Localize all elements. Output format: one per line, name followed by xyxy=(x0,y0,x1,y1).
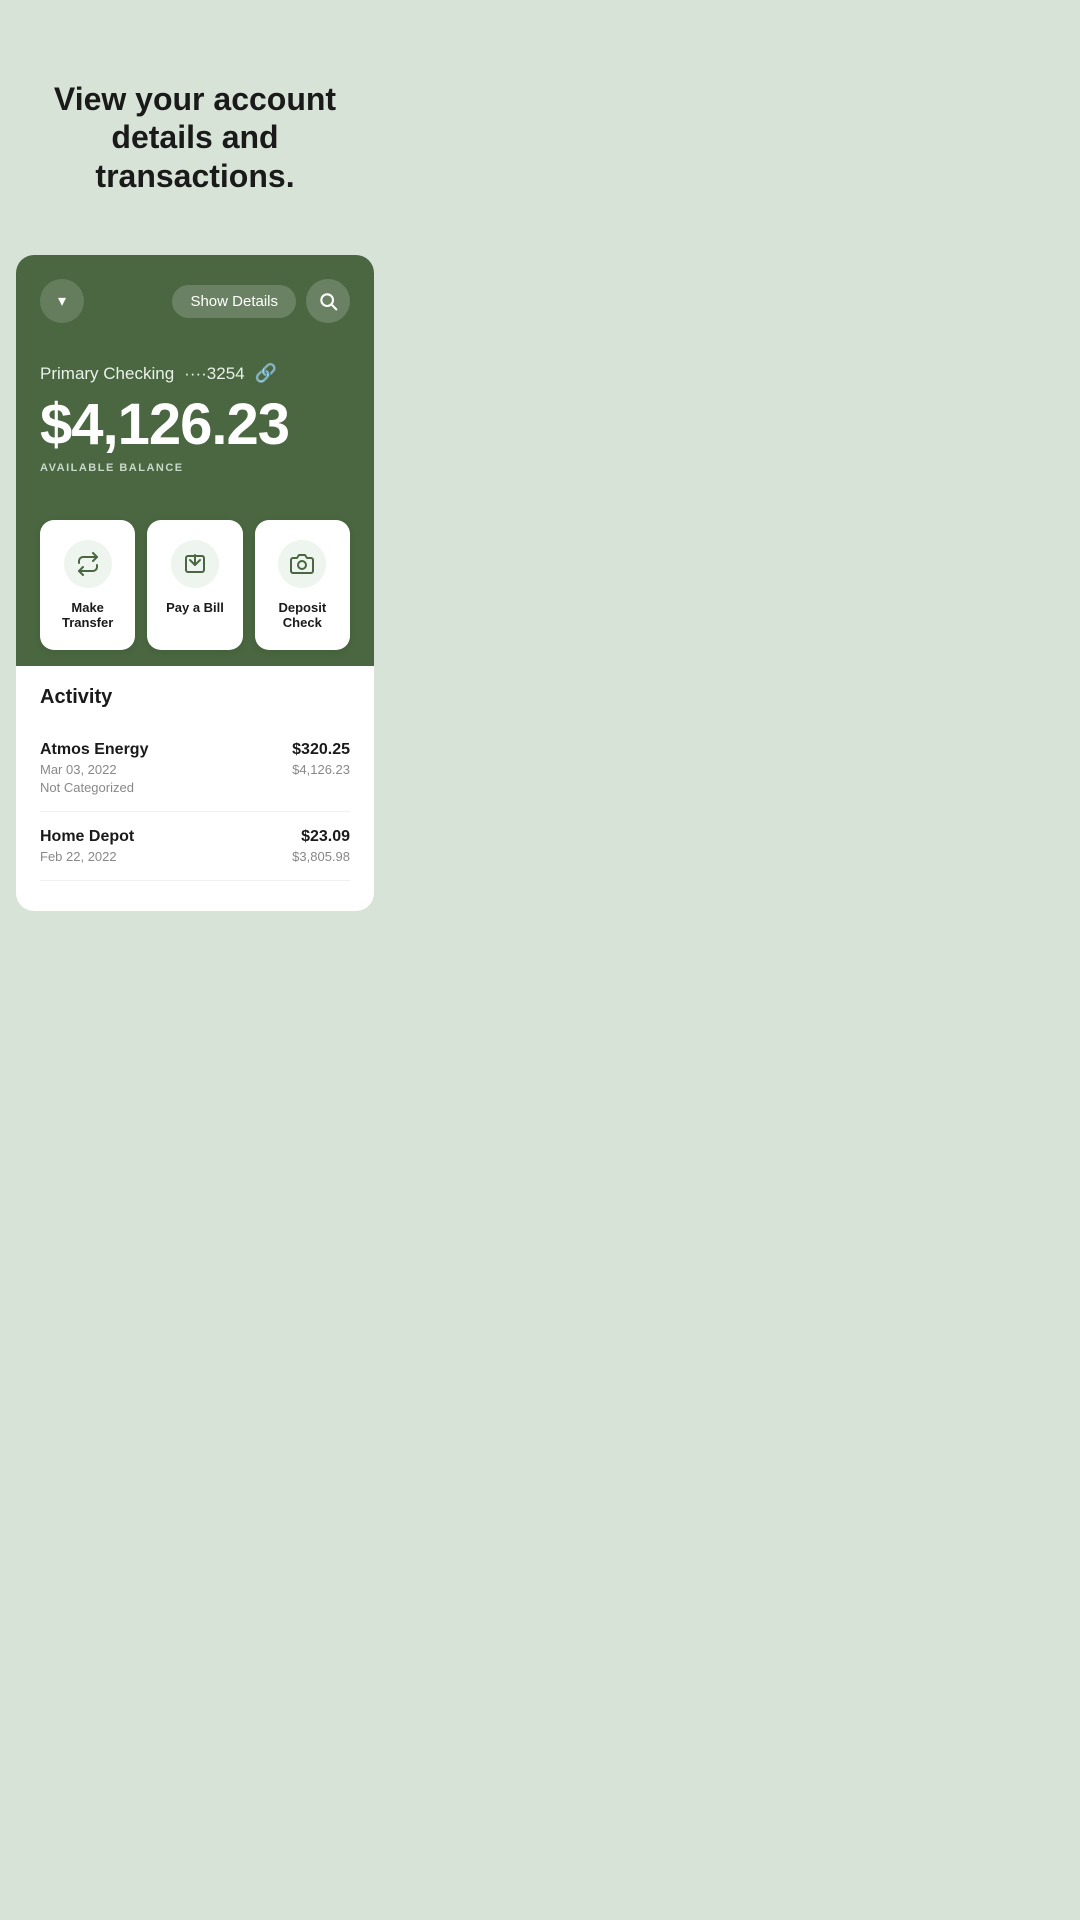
transaction-name: Atmos Energy xyxy=(40,741,148,759)
transaction-balance: $3,805.98 xyxy=(292,849,350,864)
bill-icon xyxy=(183,552,207,576)
page-header: View your account details and transactio… xyxy=(0,0,390,255)
pay-bill-card[interactable]: Pay a Bill xyxy=(147,520,242,650)
account-number: ····3254 xyxy=(184,364,244,384)
green-section: ▾ Show Details Primary Checking ····3254… xyxy=(16,255,374,666)
transaction-amount: $23.09 xyxy=(301,828,350,846)
make-transfer-card[interactable]: Make Transfer xyxy=(40,520,135,650)
camera-icon-circle xyxy=(278,540,326,588)
make-transfer-label: Make Transfer xyxy=(50,600,125,630)
card-container: ▾ Show Details Primary Checking ····3254… xyxy=(0,255,390,1920)
show-details-button[interactable]: Show Details xyxy=(172,285,296,318)
account-name: Primary Checking xyxy=(40,364,174,384)
account-name-row: Primary Checking ····3254 🔗 xyxy=(40,363,350,384)
white-section: Activity Atmos Energy Mar 03, 2022 Not C… xyxy=(16,666,374,911)
deposit-check-card[interactable]: Deposit Check xyxy=(255,520,350,650)
camera-icon xyxy=(290,552,314,576)
activity-title: Activity xyxy=(40,686,350,709)
transaction-right: $320.25 $4,126.23 xyxy=(292,741,350,777)
table-row[interactable]: Atmos Energy Mar 03, 2022 Not Categorize… xyxy=(40,725,350,812)
activity-section: Activity Atmos Energy Mar 03, 2022 Not C… xyxy=(36,666,354,891)
bill-icon-circle xyxy=(171,540,219,588)
transaction-name: Home Depot xyxy=(40,828,134,846)
transaction-date: Feb 22, 2022 xyxy=(40,849,134,864)
transfer-icon xyxy=(76,552,100,576)
transaction-right: $23.09 $3,805.98 xyxy=(292,828,350,864)
dropdown-button[interactable]: ▾ xyxy=(40,279,84,323)
chevron-down-icon: ▾ xyxy=(58,291,66,311)
table-row[interactable]: Home Depot Feb 22, 2022 $23.09 $3,805.98 xyxy=(40,812,350,881)
balance-amount: $4,126.23 xyxy=(40,396,350,454)
deposit-check-label: Deposit Check xyxy=(265,600,340,630)
card-toolbar: ▾ Show Details xyxy=(40,279,350,323)
balance-label: AVAILABLE BALANCE xyxy=(40,462,350,474)
link-icon: 🔗 xyxy=(255,363,277,384)
account-info: Primary Checking ····3254 🔗 $4,126.23 AV… xyxy=(40,363,350,514)
transaction-date: Mar 03, 2022 xyxy=(40,762,148,777)
toolbar-right: Show Details xyxy=(172,279,350,323)
action-cards: Make Transfer Pay a Bill xyxy=(40,504,350,666)
search-icon xyxy=(318,291,338,311)
pay-bill-label: Pay a Bill xyxy=(166,600,224,615)
transaction-left: Atmos Energy Mar 03, 2022 Not Categorize… xyxy=(40,741,148,795)
transaction-left: Home Depot Feb 22, 2022 xyxy=(40,828,134,864)
transaction-amount: $320.25 xyxy=(292,741,350,759)
transaction-balance: $4,126.23 xyxy=(292,762,350,777)
search-button[interactable] xyxy=(306,279,350,323)
transfer-icon-circle xyxy=(64,540,112,588)
page-title: View your account details and transactio… xyxy=(40,80,350,195)
transaction-category: Not Categorized xyxy=(40,780,148,795)
